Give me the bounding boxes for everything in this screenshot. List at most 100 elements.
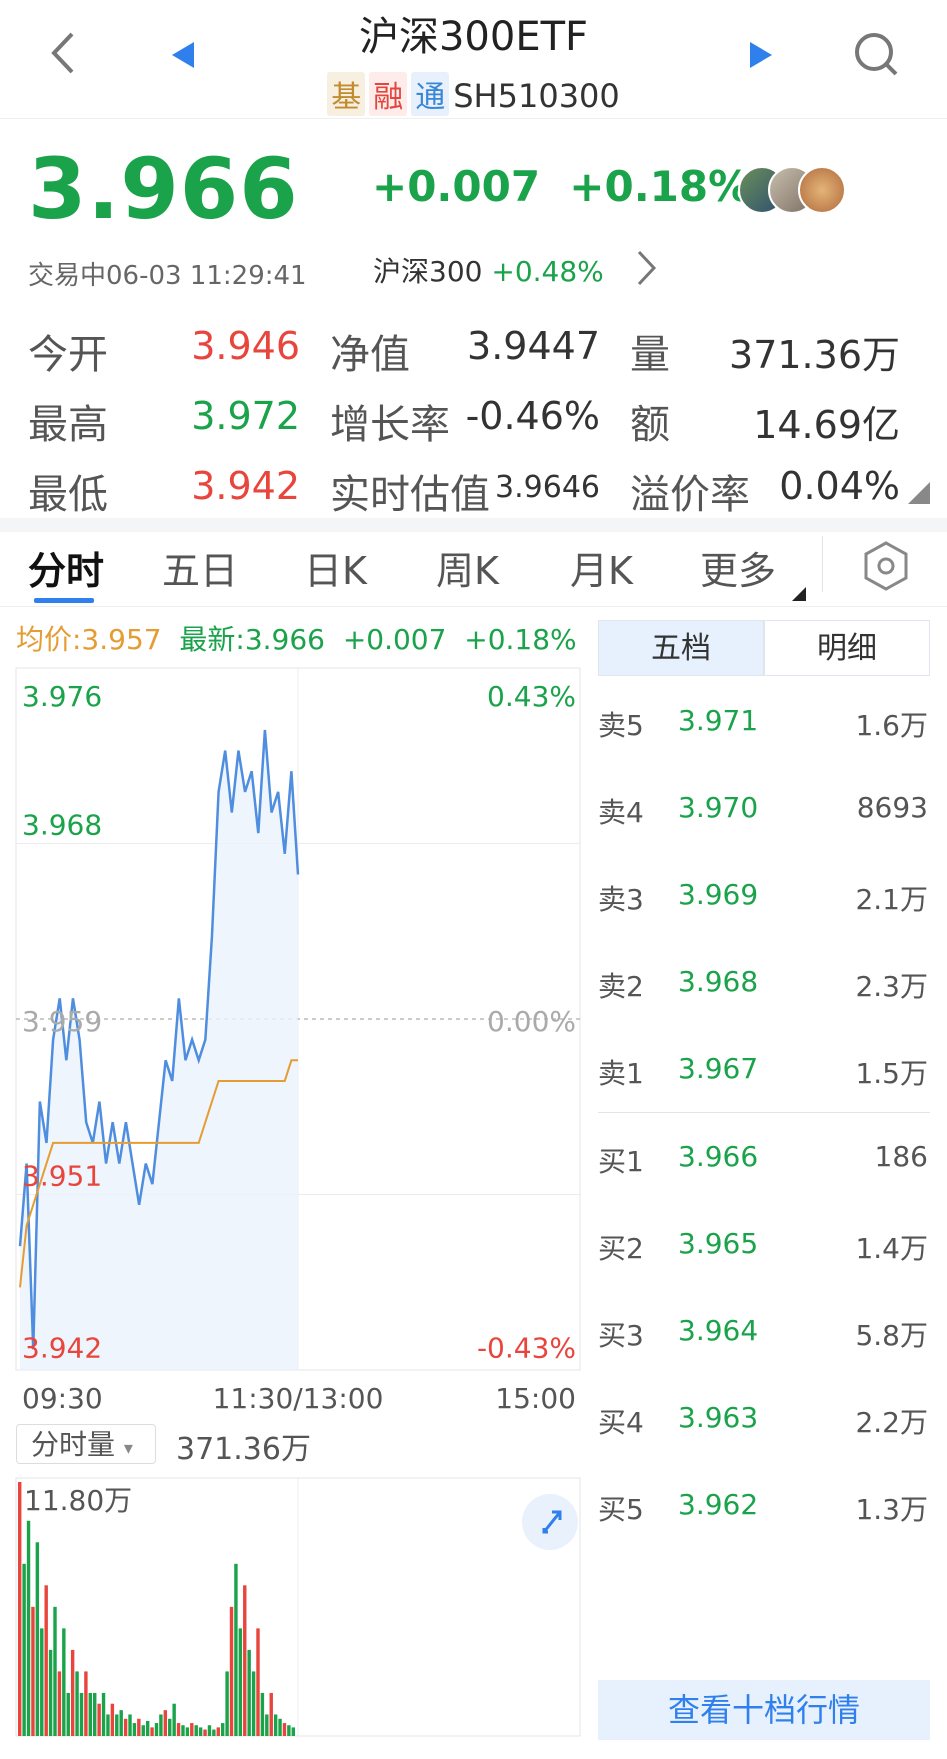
header-divider [0, 118, 947, 119]
sell-row: 卖3 3.969 2.1万 [598, 878, 928, 918]
chart-change-pct: +0.18% [464, 623, 577, 656]
volume-chart[interactable]: 11.80万 [0, 1470, 590, 1740]
tab-intraday[interactable]: 分时 [28, 540, 104, 595]
intraday-price-chart[interactable]: 3.976 3.968 3.959 3.951 3.942 0.43% 0.00% -0.43… [0, 660, 590, 1420]
view-ten-levels-button[interactable]: 查看十档行情 [598, 1680, 930, 1740]
sell-level-label: 卖5 [598, 709, 644, 742]
volume-bar [31, 1606, 35, 1736]
expand-icon[interactable] [522, 1494, 578, 1550]
tab-more[interactable]: 更多 [700, 540, 776, 595]
tag-ji: 基 [327, 72, 366, 116]
volume-bar [145, 1720, 150, 1736]
volume-bar [57, 1671, 62, 1736]
volume-bar [163, 1710, 168, 1736]
tab-daily-k[interactable]: 日K [304, 540, 367, 595]
y-tick-label-right: 0.00% [487, 1005, 576, 1038]
chart-change: +0.007 [342, 623, 447, 656]
volume-bar [216, 1727, 220, 1736]
buy-level-label: 买3 [598, 1319, 644, 1352]
sell-level-label: 卖4 [598, 796, 644, 829]
orderbook-tab-five[interactable]: 五档 [598, 620, 764, 676]
dropdown-caret-icon: ▾ [123, 1438, 133, 1459]
stat-value-open: 3.946 [191, 324, 300, 368]
volume-bar [154, 1723, 159, 1736]
sell-level-volume: 1.6万 [855, 709, 928, 742]
volume-bar [243, 1585, 247, 1736]
stat-label-nav: 净值 [330, 332, 410, 378]
buy-level-label: 买5 [598, 1493, 644, 1526]
stat-label-growth: 增长率 [330, 402, 450, 448]
stat-label-amount: 额 [630, 402, 670, 448]
y-tick-label-left: 3.968 [22, 808, 102, 841]
volume-selector-label: 分时量 [31, 1428, 116, 1461]
tab-monthly-k[interactable]: 月K [570, 540, 633, 595]
volume-bar [75, 1671, 79, 1736]
chevron-right-icon[interactable] [634, 248, 658, 288]
x-tick-label: 09:30 [22, 1382, 103, 1415]
y-tick-label-right: 0.43% [487, 680, 576, 713]
avatar [798, 166, 846, 214]
volume-bar [194, 1725, 198, 1736]
sell-level-price: 3.967 [678, 1052, 759, 1085]
volume-bar [137, 1718, 141, 1736]
volume-bar [88, 1692, 93, 1736]
volume-bar [101, 1692, 106, 1736]
buy-level-price: 3.966 [678, 1140, 759, 1173]
volume-bar [256, 1628, 260, 1736]
buy-row: 买4 3.963 2.2万 [598, 1401, 928, 1441]
volume-bar [220, 1723, 225, 1736]
volume-bar [26, 1520, 31, 1736]
buy-level-volume: 1.3万 [855, 1493, 928, 1526]
buy-level-price: 3.963 [678, 1401, 759, 1434]
volume-bar [198, 1727, 203, 1736]
sell-level-label: 卖3 [598, 883, 644, 916]
volume-bar [238, 1628, 243, 1736]
volume-bar [287, 1725, 291, 1736]
volume-bar [269, 1692, 273, 1736]
buy-level-volume: 2.2万 [855, 1406, 928, 1439]
x-tick-label: 15:00 [495, 1382, 576, 1415]
volume-total: 371.36万 [176, 1432, 311, 1467]
volume-bar [291, 1727, 295, 1736]
change-value: +0.007 [372, 162, 541, 211]
buy-row: 买1 3.966 186 [598, 1140, 928, 1180]
related-index[interactable]: 沪深300 +0.48% [373, 250, 604, 290]
volume-bar [119, 1710, 123, 1736]
tab-weekly-k[interactable]: 周K [436, 540, 499, 595]
volume-bar [53, 1606, 57, 1736]
latest-price-label: 最新:3.966 [179, 623, 325, 656]
expand-stats-icon[interactable] [908, 482, 930, 504]
stat-value-nav: 3.9447 [467, 324, 600, 368]
tab-five-day[interactable]: 五日 [162, 540, 238, 595]
volume-bar [172, 1703, 176, 1736]
settings-hex-icon[interactable] [862, 540, 910, 592]
volume-bar [79, 1692, 84, 1736]
orderbook-tab-detail[interactable]: 明细 [764, 620, 930, 676]
volume-bar [93, 1692, 97, 1736]
tag-tong: 通 [411, 72, 450, 116]
stat-label-estimate: 实时估值 [330, 472, 490, 518]
community-avatars[interactable] [738, 166, 848, 214]
stat-value-amount: 14.69亿 [753, 403, 900, 447]
volume-bar [106, 1714, 110, 1736]
volume-bar [150, 1727, 154, 1736]
search-icon[interactable] [852, 30, 902, 80]
sell-level-price: 3.969 [678, 878, 759, 911]
volume-bar [48, 1649, 53, 1736]
page-title: 沪深300ETF [358, 14, 589, 60]
sell-row: 卖1 3.967 1.5万 [598, 1052, 928, 1092]
volume-bar [84, 1671, 88, 1736]
stat-value-growth: -0.46% [465, 394, 600, 438]
volume-bar [40, 1628, 44, 1736]
stat-label-volume: 量 [630, 332, 670, 378]
sell-level-price: 3.970 [678, 791, 759, 824]
price-change: +0.007 +0.18% [372, 162, 750, 211]
dropdown-caret-icon [792, 586, 806, 601]
volume-selector[interactable]: 分时量 ▾ [16, 1424, 156, 1464]
buy-row: 买2 3.965 1.4万 [598, 1227, 928, 1267]
buy-level-label: 买4 [598, 1406, 644, 1439]
next-triangle-icon[interactable] [748, 40, 774, 70]
y-tick-label-right: -0.43% [477, 1331, 576, 1364]
volume-bar [141, 1725, 145, 1736]
volume-bar [44, 1585, 48, 1736]
